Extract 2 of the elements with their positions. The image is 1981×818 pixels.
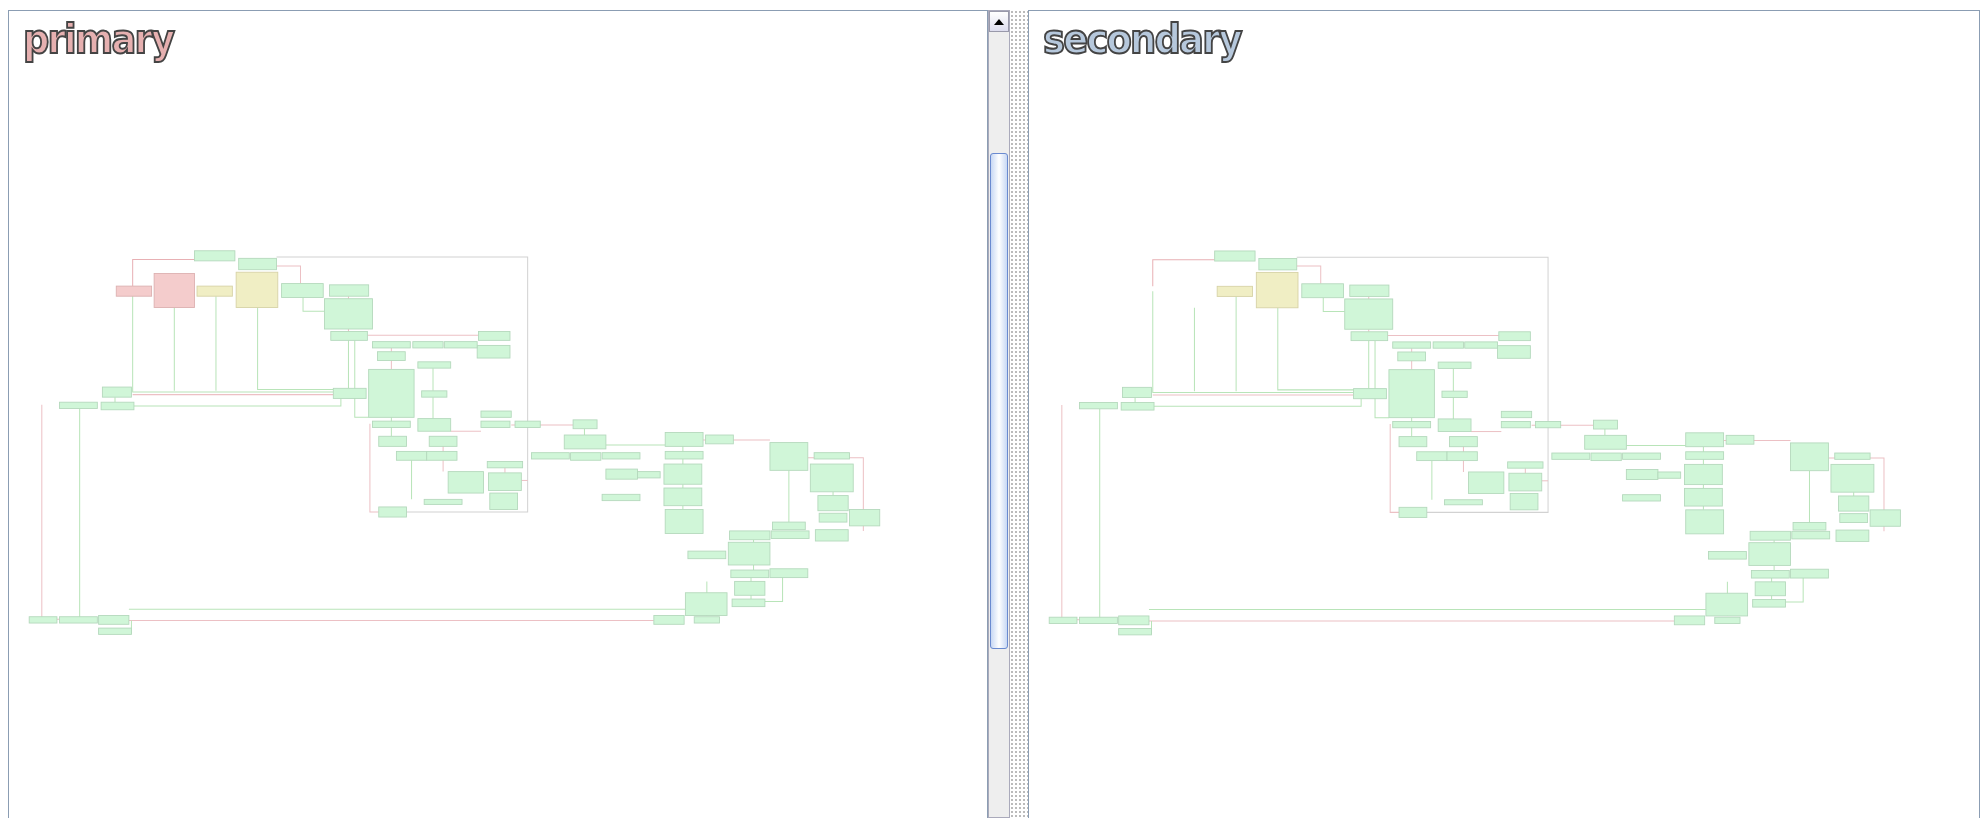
panel-title: primary: [23, 19, 174, 60]
panel-title: secondary: [1043, 19, 1241, 60]
